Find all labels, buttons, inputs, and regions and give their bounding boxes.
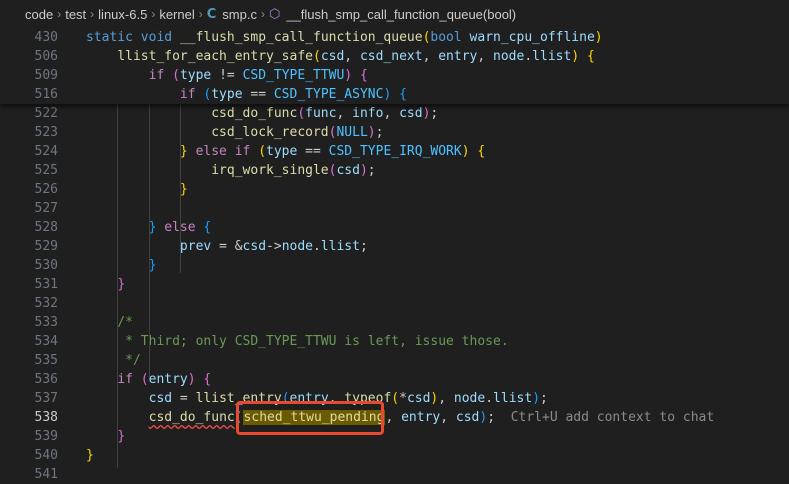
breadcrumb-linux[interactable]: linux-6.5 (98, 7, 147, 22)
line-number: 539 (34, 429, 58, 444)
code-line[interactable]: 532 (0, 294, 789, 313)
line-number: 430 (34, 30, 58, 45)
code-text[interactable]: csd_do_func(func, info, csd); (86, 104, 438, 123)
code-line[interactable]: 536 if (entry) { (0, 370, 789, 389)
line-number: 525 (34, 163, 58, 178)
line-number: 527 (34, 201, 58, 216)
code-line[interactable]: 538 csd_do_func(sched_ttwu_pending, entr… (0, 408, 789, 427)
code-text[interactable]: static void __flush_smp_call_function_qu… (86, 28, 603, 47)
line-number: 530 (34, 258, 58, 273)
highlight-annotation-box (236, 401, 384, 435)
line-number: 509 (34, 68, 58, 83)
code-text[interactable]: irq_work_single(csd); (86, 161, 375, 180)
line-number: 535 (34, 353, 58, 368)
code-line[interactable]: 522 csd_do_func(func, info, csd); (0, 104, 789, 123)
code-text[interactable]: if (type != CSD_TYPE_TTWU) { (86, 66, 368, 85)
code-text[interactable]: csd_do_func(sched_ttwu_pending, entry, c… (86, 408, 714, 427)
code-text[interactable]: } else if (type == CSD_TYPE_IRQ_WORK) { (86, 142, 485, 161)
breadcrumb: code › test › linux-6.5 › kernel › C smp… (0, 0, 789, 28)
breadcrumb-code[interactable]: code (25, 7, 53, 22)
code-line[interactable]: 528 } else { (0, 218, 789, 237)
line-number: 540 (34, 448, 58, 463)
line-number: 537 (34, 391, 58, 406)
chevron-right-icon: › (57, 7, 62, 21)
code-text[interactable]: csd_lock_record(NULL); (86, 123, 383, 142)
line-number: 536 (34, 372, 58, 387)
code-line[interactable]: 539 } (0, 427, 789, 446)
code-line[interactable]: 525 irq_work_single(csd); (0, 161, 789, 180)
code-line[interactable]: 534 * Third; only CSD_TYPE_TTWU is left,… (0, 332, 789, 351)
code-line[interactable]: 527 (0, 199, 789, 218)
line-number: 531 (34, 277, 58, 292)
chevron-right-icon: › (151, 7, 156, 21)
line-number: 506 (34, 49, 58, 64)
code-text[interactable]: if (type == CSD_TYPE_ASYNC) { (86, 85, 407, 104)
line-number: 516 (34, 87, 58, 102)
line-number: 522 (34, 106, 58, 121)
chevron-right-icon: › (90, 7, 95, 21)
code-line[interactable]: 537 csd = llist_entry(entry, typeof(*csd… (0, 389, 789, 408)
line-number: 528 (34, 220, 58, 235)
code-line[interactable]: 529 prev = &csd->node.llist; (0, 237, 789, 256)
code-line[interactable]: 530 } (0, 256, 789, 275)
line-number: 529 (34, 239, 58, 254)
code-line[interactable]: 540} (0, 446, 789, 465)
code-text[interactable]: } (86, 180, 188, 199)
code-line[interactable]: 524 } else if (type == CSD_TYPE_IRQ_WORK… (0, 142, 789, 161)
code-text[interactable]: } (86, 427, 125, 446)
code-line[interactable]: 526 } (0, 180, 789, 199)
c-file-icon: C (206, 6, 217, 22)
line-number: 534 (34, 334, 58, 349)
breadcrumb-symbol[interactable]: __flush_smp_call_function_queue(bool) (286, 7, 516, 22)
line-number: 532 (34, 296, 58, 311)
chevron-right-icon: › (260, 7, 265, 21)
line-number: 526 (34, 182, 58, 197)
code-text[interactable]: */ (86, 351, 141, 370)
code-line[interactable]: 531 } (0, 275, 789, 294)
sticky-scroll-header[interactable]: 430 static void __flush_smp_call_function… (0, 28, 789, 104)
line-number: 541 (34, 467, 58, 482)
code-line[interactable]: 523 csd_lock_record(NULL); (0, 123, 789, 142)
code-text[interactable]: } (86, 275, 125, 294)
line-number: 538 (34, 410, 58, 425)
breadcrumb-file[interactable]: smp.c (222, 7, 257, 22)
code-line[interactable]: 509 if (type != CSD_TYPE_TTWU) { (0, 66, 789, 85)
line-number: 533 (34, 315, 58, 330)
chevron-right-icon: › (198, 7, 203, 21)
code-line[interactable]: 541 (0, 465, 789, 484)
code-text[interactable]: } (86, 446, 94, 465)
code-line[interactable]: 535 */ (0, 351, 789, 370)
code-text[interactable]: /* (86, 313, 133, 332)
code-line[interactable]: 533 /* (0, 313, 789, 332)
code-text[interactable]: } (86, 256, 157, 275)
code-line[interactable]: 430 static void __flush_smp_call_function… (0, 28, 789, 47)
line-number: 524 (34, 144, 58, 159)
code-text[interactable]: prev = &csd->node.llist; (86, 237, 368, 256)
code-text[interactable]: llist_for_each_entry_safe(csd, csd_next,… (86, 47, 594, 66)
cube-icon: ⬡ (268, 6, 281, 21)
line-number: 523 (34, 125, 58, 140)
code-line[interactable]: 506 llist_for_each_entry_safe(csd, csd_n… (0, 47, 789, 66)
breadcrumb-kernel[interactable]: kernel (159, 7, 194, 22)
code-line[interactable]: 516 if (type == CSD_TYPE_ASYNC) { (0, 85, 789, 104)
breadcrumb-test[interactable]: test (65, 7, 86, 22)
inline-chat-hint: Ctrl+U add context to chat (510, 410, 715, 425)
